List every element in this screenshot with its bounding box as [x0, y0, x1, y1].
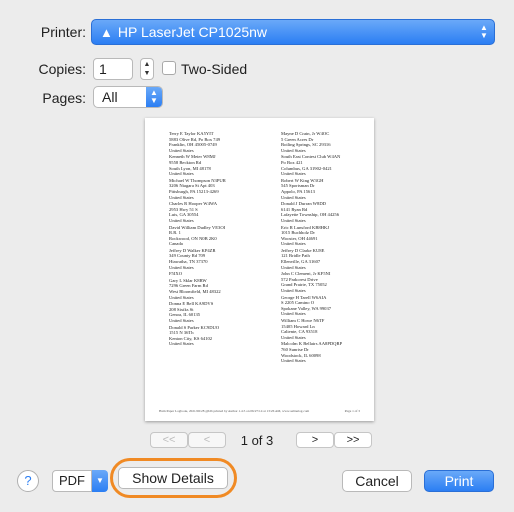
address-entry: F5IXO: [169, 271, 183, 277]
chevron-updown-icon: ▲ ▼: [480, 23, 488, 40]
address-entry: Terry E Taylor KA5YIT 5883 Olive Rd, Po …: [169, 131, 221, 153]
page-indicator: 1 of 3: [240, 433, 274, 448]
address-entry: Michael W Thompson N3PUR 3206 Niagara St…: [169, 177, 226, 200]
first-page-button[interactable]: <<: [150, 432, 188, 448]
address-entry: Donald S Parker KC9DUO 1515 N 36Th Kento…: [169, 324, 220, 347]
copies-stepper[interactable]: ▲ ▼: [140, 58, 154, 80]
address-entry: Mayne D Crain, Jr W4OC 5 Green Acres Dr …: [281, 131, 331, 153]
next-page-button[interactable]: >: [296, 432, 334, 448]
address-entry: Donna E Bell KA9DVS 208 Sixiks St Genoa,…: [169, 301, 214, 323]
address-entry: Eric R Lunsford KB8HKJ 1015 Buchholz Dr …: [281, 224, 330, 247]
previous-page-button[interactable]: <: [188, 432, 226, 448]
two-sided-checkbox[interactable]: [162, 61, 176, 75]
chevron-updown-icon: ▲ ▼: [146, 87, 162, 107]
pdf-menu-button[interactable]: PDF ▼: [52, 470, 108, 492]
address-entry: William C Howe N6TF 15405 Howard Ln Cali…: [281, 318, 325, 340]
printer-label: Printer:: [40, 24, 86, 40]
address-entry: Jeffrey D Walker KP4ZR 349 County Rd 709…: [169, 247, 216, 270]
pdf-label: PDF: [52, 470, 92, 492]
preview-page-number: Page 1 of 3: [344, 409, 360, 413]
cancel-button[interactable]: Cancel: [342, 470, 412, 492]
address-entry: John C Clement, Jr KF5NI 572 Parkcrest D…: [281, 271, 331, 294]
pages-value: All: [102, 89, 118, 105]
last-page-button[interactable]: >>: [334, 432, 372, 448]
address-entry: Malcolm K Bellairs AA8PDQRP 760 Sunrise …: [281, 341, 343, 364]
printer-popup[interactable]: ▲ HP LaserJet CP1025nw ▲ ▼: [91, 19, 495, 45]
warning-icon: ▲: [100, 24, 113, 40]
address-entry: Charles R Hooper W4WA 2953 Hwy 51 S Luis…: [169, 201, 218, 223]
show-details-button[interactable]: Show Details: [118, 467, 228, 489]
pages-label: Pages:: [42, 90, 86, 106]
address-entry: George H Tarell W6AIA S 2205 Camino O Sp…: [281, 294, 332, 317]
address-entry: Donald J Durran W8DD 6141 Ryan Rd Lafaye…: [281, 201, 340, 223]
pages-popup[interactable]: All ▲ ▼: [93, 86, 163, 108]
address-entry: Kenneth W Meier W8MJ 9558 Beckton Rd Sou…: [169, 154, 216, 177]
address-entry: Gary L Sklar K8RW 7296 Green Farm Rd Wes…: [169, 277, 221, 300]
copies-label: Copies:: [38, 61, 86, 77]
copies-value: 1: [99, 61, 107, 77]
print-preview: Terry E Taylor KA5YIT 5883 Olive Rd, Po …: [145, 118, 374, 421]
print-button[interactable]: Print: [424, 470, 494, 492]
preview-left-column: Terry E Taylor KA5YIT 5883 Olive Rd, Po …: [169, 131, 267, 348]
address-entry: David William Dudley VE3OI R.R. 1 Rockwo…: [169, 224, 226, 247]
address-entry: Jeffrey D Clarke KU8E 121 Bridle Path El…: [281, 247, 325, 270]
copies-field[interactable]: 1: [93, 58, 133, 80]
address-entry: Robert W King W3GH 545 Sportsman Dr Appo…: [281, 177, 324, 200]
preview-right-column: Mayne D Crain, Jr W4OC 5 Green Acres Dr …: [281, 131, 374, 365]
printer-value: HP LaserJet CP1025nw: [117, 24, 268, 40]
address-entry: South East Contest Club W4AN Po Box 421 …: [281, 154, 341, 177]
preview-footer: Ham Paper Logbook, 2021/06/28 @ldb print…: [159, 409, 310, 413]
chevron-down-icon: ▼: [92, 470, 108, 492]
two-sided-label: Two-Sided: [181, 61, 248, 77]
help-button[interactable]: ?: [17, 470, 39, 492]
